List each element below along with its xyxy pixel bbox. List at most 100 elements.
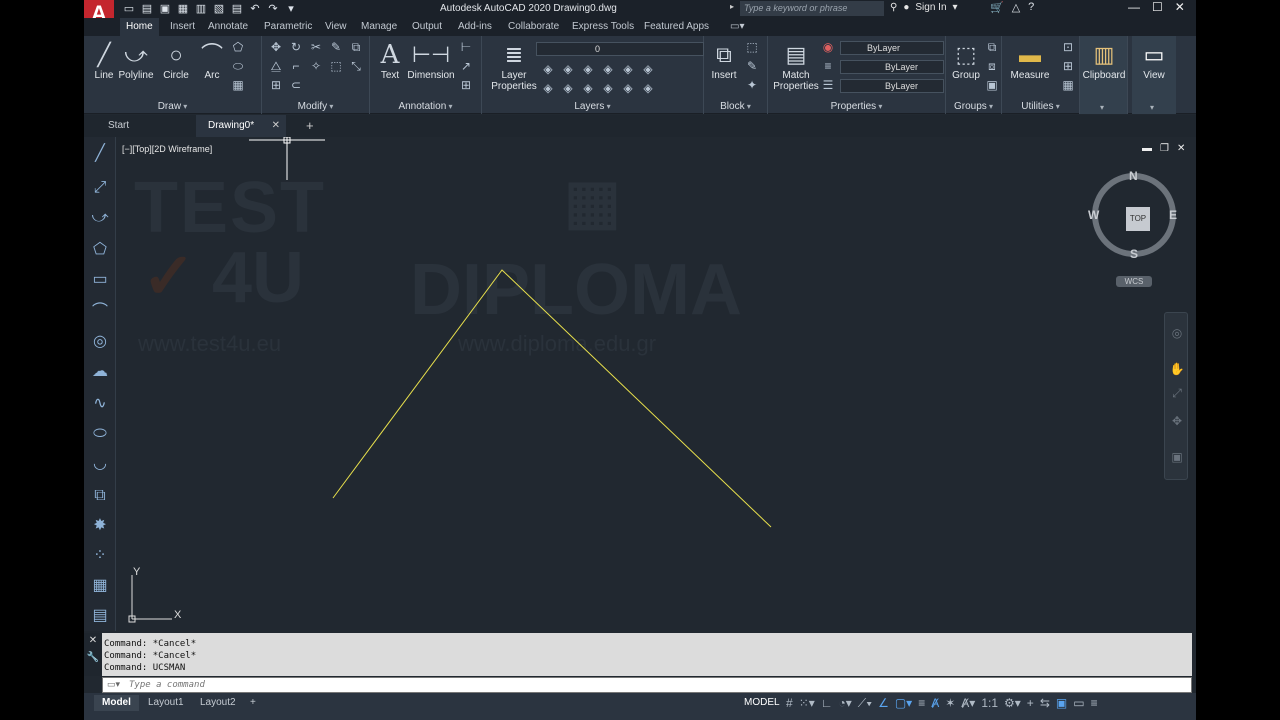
save-web-icon[interactable]: ▧ (212, 2, 226, 16)
tab-featured-apps[interactable]: Featured Apps (644, 21, 709, 32)
layer-walk-icon[interactable]: ◈ (600, 81, 616, 96)
layer-on-icon[interactable]: ◈ (540, 81, 556, 96)
tab-insert[interactable]: Insert (170, 21, 195, 32)
layers-panel-title[interactable]: Layers (482, 101, 703, 112)
properties-panel-title[interactable]: Properties (768, 101, 945, 112)
orbit-icon[interactable]: ✥ (1169, 413, 1185, 429)
zoom-extents-icon[interactable]: ⤢ (1169, 385, 1185, 401)
layer-off-icon[interactable]: ◈ (540, 62, 556, 77)
viewport-minimize-icon[interactable]: ▬ (1142, 143, 1152, 154)
add-layout-icon[interactable]: + (242, 695, 264, 711)
polygon-icon[interactable]: ⬠ (86, 237, 114, 263)
modify-panel-title[interactable]: Modify (262, 101, 369, 112)
table-icon[interactable]: ⊞ (458, 78, 474, 93)
layer-freeze-icon[interactable]: ◈ (580, 62, 596, 77)
make-block-icon[interactable]: ✸ (86, 513, 114, 539)
layer-unisolate-icon[interactable]: ◈ (640, 62, 656, 77)
object-tracking-icon[interactable]: ∠ (878, 696, 889, 711)
steering-wheel-icon[interactable]: ◎ (1169, 325, 1185, 341)
match-properties-tool[interactable]: ▤ Match Properties (772, 40, 820, 92)
layer-dropdown[interactable]: 0 (536, 42, 704, 56)
tab-parametric[interactable]: Parametric (264, 21, 312, 32)
annotation-scale-icon[interactable]: Ⱥ▾ (961, 696, 975, 711)
new-tab-icon[interactable]: + (306, 115, 314, 137)
revision-cloud-icon[interactable]: ☁ (86, 359, 114, 385)
tab-layout2[interactable]: Layout2 (192, 695, 244, 711)
offset-icon[interactable]: ⊂ (288, 78, 304, 93)
search-expand-icon[interactable]: ▸ (730, 2, 734, 11)
drawing-area[interactable]: TEST 4U ✓ www.test4u.eu ▦ DIPLOMA www.di… (84, 137, 1196, 631)
clipboard-expand-icon[interactable]: ▾ (1100, 103, 1104, 112)
showmotion-icon[interactable]: ▣ (1169, 449, 1185, 465)
tab-layout1[interactable]: Layout1 (140, 695, 192, 711)
fillet-icon[interactable]: ⌐ (288, 59, 304, 74)
tab-view[interactable]: View (325, 21, 347, 32)
redo-icon[interactable]: ↷ (266, 2, 280, 16)
linear-dim-icon[interactable]: ⊢ (458, 40, 474, 55)
edit-attributes-icon[interactable]: ✦ (744, 78, 760, 93)
measure-tool[interactable]: ▬ Measure (1006, 40, 1054, 81)
polyline-icon[interactable]: ⤻ (86, 205, 114, 231)
viewport-close-icon[interactable]: ✕ (1177, 143, 1185, 154)
units-icon[interactable]: ⇆ (1040, 696, 1050, 711)
ellipse-icon[interactable]: ⬭ (86, 421, 114, 447)
tab-express-tools[interactable]: Express Tools (572, 21, 634, 32)
circle-tool[interactable]: ○ Circle (156, 40, 196, 81)
compass-south[interactable]: S (1130, 247, 1138, 261)
arc-tool[interactable]: ⌒ Arc (192, 40, 232, 81)
layer-isolate-icon[interactable]: ◈ (560, 62, 576, 77)
tab-collaborate[interactable]: Collaborate (508, 21, 559, 32)
block-panel-title[interactable]: Block (704, 101, 767, 112)
tab-manage[interactable]: Manage (361, 21, 397, 32)
circle-icon[interactable]: ◎ (86, 329, 114, 355)
open-web-icon[interactable]: ▥ (194, 2, 208, 16)
array-icon[interactable]: ⊞ (268, 78, 284, 93)
layer-properties-tool[interactable]: ≣ Layer Properties (490, 40, 538, 92)
drawn-lines[interactable] (324, 257, 784, 537)
tab-annotate[interactable]: Annotate (208, 21, 248, 32)
layer-merge-icon[interactable]: ◈ (640, 81, 656, 96)
isodraft-icon[interactable]: ⟋▾ (858, 696, 872, 711)
mirror-icon[interactable]: ⧋ (268, 59, 284, 74)
layer-thaw-icon[interactable]: ◈ (560, 81, 576, 96)
clipboard-tool[interactable]: ▥ Clipboard (1080, 40, 1128, 81)
polyline-tool[interactable]: ⤻ Polyline (116, 40, 156, 81)
utilities-panel-title[interactable]: Utilities (1002, 101, 1079, 112)
view-tool[interactable]: ▭ View (1134, 40, 1174, 81)
drawing-tab[interactable]: Drawing0* ✕ (196, 115, 286, 137)
dimension-tool[interactable]: ⊢⊣ Dimension (406, 40, 456, 81)
linetype-dropdown[interactable]: ByLayer (840, 79, 944, 93)
view-expand-icon[interactable]: ▾ (1150, 103, 1154, 112)
minimize-icon[interactable]: — (1128, 0, 1140, 14)
open-icon[interactable]: ▤ (140, 2, 154, 16)
trim-icon[interactable]: ✂ (308, 40, 324, 55)
a360-icon[interactable]: △ (1012, 1, 1020, 14)
group-select-icon[interactable]: ▣ (984, 78, 1000, 93)
save-as-icon[interactable]: ▦ (176, 2, 190, 16)
tab-model[interactable]: Model (94, 695, 139, 711)
annotation-panel-title[interactable]: Annotation (370, 101, 481, 112)
compass-east[interactable]: E (1169, 208, 1177, 222)
customize-status-icon[interactable]: ≡ (1091, 696, 1098, 711)
rectangle-icon[interactable]: ▭ (86, 267, 114, 293)
calculator-icon[interactable]: ▦ (1060, 78, 1076, 93)
layer-previous-icon[interactable]: ◈ (620, 81, 636, 96)
viewport-controls[interactable]: [−][Top][2D Wireframe] (122, 144, 212, 154)
settings-icon[interactable]: ⚙▾ (1004, 696, 1021, 711)
command-window-grip[interactable]: ✕ 🔧 (84, 633, 102, 676)
group-edit-icon[interactable]: ⧈ (984, 59, 1000, 74)
ellipse-icon[interactable]: ⬭ (230, 59, 246, 74)
move-icon[interactable]: ✥ (268, 40, 284, 55)
sign-in-area[interactable]: ⚲ ● Sign In ▾ (890, 2, 958, 13)
customize-qat-icon[interactable]: ▾ (284, 2, 298, 16)
viewcube-top-face[interactable]: TOP (1126, 207, 1150, 231)
copy-icon[interactable]: ⧉ (348, 40, 364, 55)
wcs-menu[interactable]: WCS (1116, 276, 1152, 287)
command-prompt-icon[interactable]: ▭▾ (107, 679, 120, 690)
lineweight-dropdown[interactable]: ByLayer (840, 60, 944, 74)
create-block-icon[interactable]: ⬚ (744, 40, 760, 55)
scale-icon[interactable]: ⤡ (348, 59, 364, 74)
start-tab[interactable]: Start (96, 115, 141, 137)
auto-scale-icon[interactable]: ✶ (945, 696, 955, 711)
stretch-icon[interactable]: ⬚ (328, 59, 344, 74)
